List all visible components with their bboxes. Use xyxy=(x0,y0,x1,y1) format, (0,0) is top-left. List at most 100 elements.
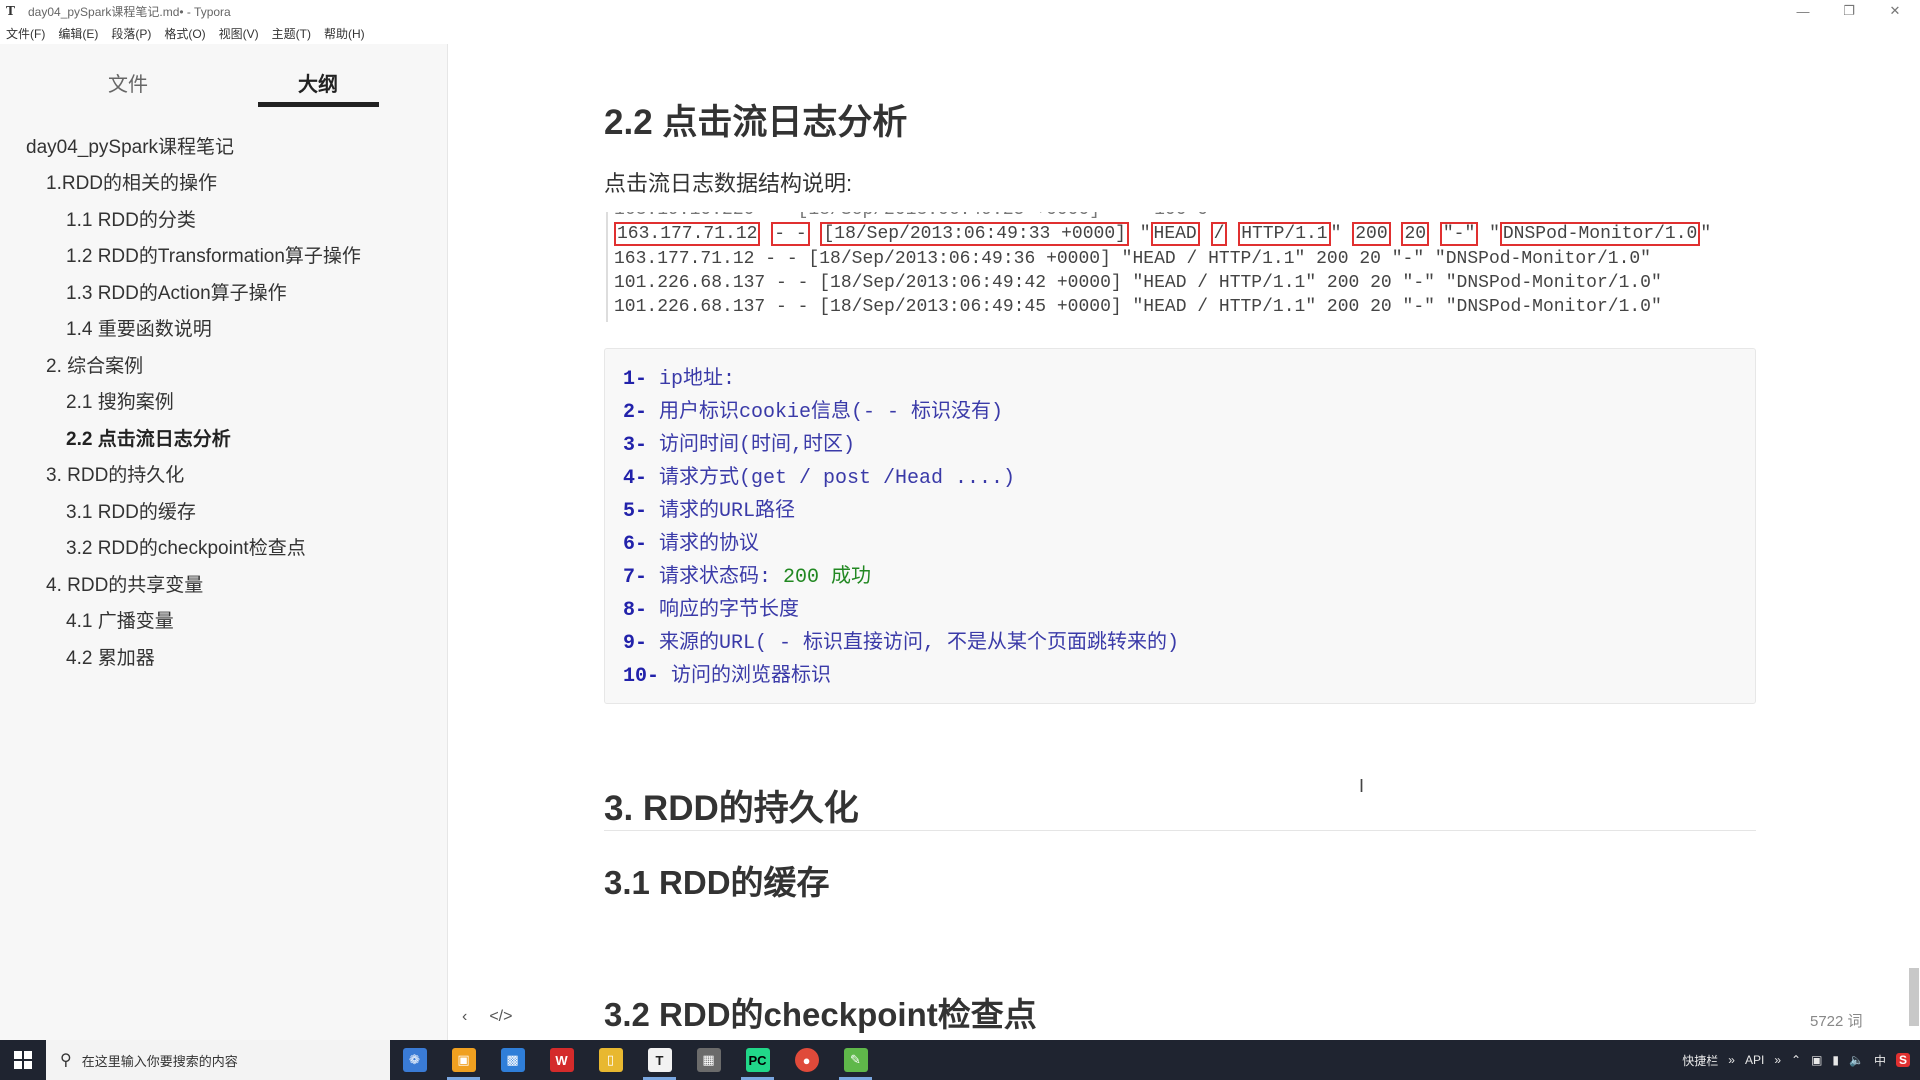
quick-bar-label[interactable]: 快捷栏 xyxy=(1682,1052,1718,1069)
code-line: 8- 响应的字节长度 xyxy=(623,599,800,622)
log-line: 101.226.68.137 - - [18/Sep/2013:06:49:42… xyxy=(614,273,1662,293)
source-code-mode-icon[interactable]: </> xyxy=(489,1008,512,1026)
log-line: 101.226.68.137 - - [18/Sep/2013:06:49:45… xyxy=(614,297,1662,317)
code-line: 2- 用户标识cookie信息(- - 标识没有) xyxy=(623,401,1004,424)
taskbar-app-typora[interactable]: T xyxy=(635,1040,684,1080)
pinwheel-app-icon: ❁ xyxy=(402,1048,427,1072)
taskbar-app-calculator[interactable]: ▦ xyxy=(684,1040,733,1080)
taskbar-app-explorer[interactable]: ▯ xyxy=(586,1040,635,1080)
pycharm-icon: PC xyxy=(745,1048,770,1072)
outline-item-2[interactable]: 2. 综合案例 xyxy=(46,351,143,378)
wps-app-icon: W xyxy=(549,1048,574,1072)
show-hidden-icons-icon[interactable]: ⌃ xyxy=(1791,1053,1801,1067)
heading-3-2[interactable]: 3.2 RDD的checkpoint检查点 xyxy=(604,988,1037,1036)
log-agent-box: DNSPod-Monitor/1.0 xyxy=(1499,222,1701,246)
folder-icon: ▯ xyxy=(598,1048,623,1072)
taskbar-app-wps[interactable]: W xyxy=(537,1040,586,1080)
outline-item-1-2[interactable]: 1.2 RDD的Transformation算子操作 xyxy=(66,241,361,268)
search-placeholder: 在这里输入你要搜索的内容 xyxy=(81,1053,238,1069)
taskbar-app-monitor[interactable]: ▩ xyxy=(488,1040,537,1080)
sidebar-tabs: 文件 大纲 xyxy=(0,44,447,110)
word-count[interactable]: 5722 词 xyxy=(1810,1010,1863,1031)
code-line: 1- ip地址: xyxy=(623,368,736,391)
menu-edit[interactable]: 编辑(E) xyxy=(58,25,98,42)
outline-item-2-2[interactable]: 2.2 点击流日志分析 xyxy=(66,424,231,451)
menu-help[interactable]: 帮助(H) xyxy=(324,25,365,42)
editor-area[interactable]: 2.2 点击流日志分析 点击流日志数据结构说明: 163.19.10.220 [… xyxy=(449,44,1920,1040)
outline-item-1-3[interactable]: 1.3 RDD的Action算子操作 xyxy=(66,278,287,305)
close-icon[interactable]: ✕ xyxy=(1872,0,1918,22)
log-cookie-box: - - xyxy=(771,222,810,246)
code-line: 5- 请求的URL路径 xyxy=(623,500,796,523)
outline-item-4-1[interactable]: 4.1 广播变量 xyxy=(66,606,174,633)
taskbar-app-chrome[interactable]: ● xyxy=(782,1040,831,1080)
text-cursor-icon: I xyxy=(1359,776,1365,796)
log-size-box: 20 xyxy=(1401,222,1430,246)
code-line: 6- 请求的协议 xyxy=(623,533,760,556)
window-title: day04_pySpark课程笔记.md• - Typora xyxy=(28,4,231,19)
battery-icon[interactable]: ▮ xyxy=(1832,1053,1839,1067)
taskbar-app-pinwheel[interactable]: ❁ xyxy=(390,1040,439,1080)
taskbar-app-notepad[interactable]: ✎ xyxy=(831,1040,880,1080)
menu-bar: 文件(F) 编辑(E) 段落(P) 格式(O) 视图(V) 主题(T) 帮助(H… xyxy=(0,22,1920,44)
taskbar-app-pycharm[interactable]: PC xyxy=(733,1040,782,1080)
log-image: 163.19.10.220 [18/Sep/2013:06:49:25 +000… xyxy=(606,212,1906,322)
code-block[interactable]: 1- ip地址: 2- 用户标识cookie信息(- - 标识没有) 3- 访问… xyxy=(604,348,1756,704)
expand-icon[interactable]: » xyxy=(1728,1053,1735,1067)
outline-item-2-1[interactable]: 2.1 搜狗案例 xyxy=(66,387,174,414)
expand-icon[interactable]: » xyxy=(1774,1053,1781,1067)
menu-file[interactable]: 文件(F) xyxy=(6,25,45,42)
outline-item-3-1[interactable]: 3.1 RDD的缓存 xyxy=(66,497,196,524)
code-line: 10- 访问的浏览器标识 xyxy=(623,665,832,688)
search-icon: ⚲ xyxy=(60,1052,72,1069)
toggle-sidebar-icon[interactable]: ‹ xyxy=(462,1008,467,1026)
network-icon[interactable]: ▣ xyxy=(1811,1053,1822,1067)
heading-2-2[interactable]: 2.2 点击流日志分析 xyxy=(604,94,907,145)
menu-view[interactable]: 视图(V) xyxy=(219,25,259,42)
outline-item-3-2[interactable]: 3.2 RDD的checkpoint检查点 xyxy=(66,533,306,560)
system-tray: 快捷栏 » API » ⌃ ▣ ▮ 🔈 中 S xyxy=(1682,1040,1920,1080)
tab-outline[interactable]: 大纲 xyxy=(298,68,338,97)
code-line: 3- 访问时间(时间,时区) xyxy=(623,434,856,457)
code-line: 4- 请求方式(get / post /Head ....) xyxy=(623,467,1016,490)
log-status-box: 200 xyxy=(1352,222,1391,246)
outline-item-1[interactable]: 1.RDD的相关的操作 xyxy=(46,168,217,195)
restore-icon[interactable]: ❐ xyxy=(1826,0,1872,22)
bottom-controls: ‹ </> xyxy=(462,1008,512,1026)
menu-paragraph[interactable]: 段落(P) xyxy=(111,25,151,42)
menu-theme[interactable]: 主题(T) xyxy=(272,25,311,42)
heading-3-1[interactable]: 3.1 RDD的缓存 xyxy=(604,856,830,904)
taskbar-search[interactable]: ⚲ 在这里输入你要搜索的内容 xyxy=(46,1040,390,1080)
calculator-icon: ▦ xyxy=(696,1048,721,1072)
taskbar-app-box[interactable]: ▣ xyxy=(439,1040,488,1080)
sidebar: 文件 大纲 day04_pySpark课程笔记 1.RDD的相关的操作 1.1 … xyxy=(0,44,448,1040)
outline-item-3[interactable]: 3. RDD的持久化 xyxy=(46,460,184,487)
minimize-icon[interactable]: — xyxy=(1780,0,1826,22)
typora-app-icon: T xyxy=(6,4,15,18)
tab-files[interactable]: 文件 xyxy=(108,68,148,97)
log-line-highlighted: 163.177.71.12 - - [18/Sep/2013:06:49:33 … xyxy=(614,222,1711,246)
scrollbar-thumb[interactable] xyxy=(1909,968,1919,1026)
volume-icon[interactable]: 🔈 xyxy=(1849,1053,1864,1067)
api-label[interactable]: API xyxy=(1745,1053,1764,1067)
outline-item-doc-title[interactable]: day04_pySpark课程笔记 xyxy=(26,132,234,159)
heading-3[interactable]: 3. RDD的持久化 xyxy=(604,780,859,831)
intro-paragraph[interactable]: 点击流日志数据结构说明: xyxy=(604,166,852,198)
menu-format[interactable]: 格式(O) xyxy=(164,25,205,42)
ime-indicator[interactable]: 中 xyxy=(1874,1052,1886,1069)
heading-divider xyxy=(604,830,1756,831)
windows-logo-icon xyxy=(14,1051,32,1069)
monitor-app-icon: ▩ xyxy=(500,1048,525,1072)
outline-item-4-2[interactable]: 4.2 累加器 xyxy=(66,643,155,670)
outline-item-1-1[interactable]: 1.1 RDD的分类 xyxy=(66,205,196,232)
outline-item-4[interactable]: 4. RDD的共享变量 xyxy=(46,570,203,597)
windows-start-button[interactable] xyxy=(0,1040,46,1080)
log-method-box: HEAD xyxy=(1150,222,1200,246)
title-bar: T day04_pySpark课程笔记.md• - Typora — ❐ ✕ xyxy=(0,0,1920,22)
code-line: 9- 来源的URL( - 标识直接访问, 不是从某个页面跳转来的) xyxy=(623,632,1180,655)
sogou-icon[interactable]: S xyxy=(1895,1053,1910,1067)
outline-item-1-4[interactable]: 1.4 重要函数说明 xyxy=(66,314,212,341)
log-time-box: [18/Sep/2013:06:49:33 +0000] xyxy=(820,222,1129,246)
typora-icon: T xyxy=(647,1048,672,1072)
log-ip-box: 163.177.71.12 xyxy=(614,222,761,246)
